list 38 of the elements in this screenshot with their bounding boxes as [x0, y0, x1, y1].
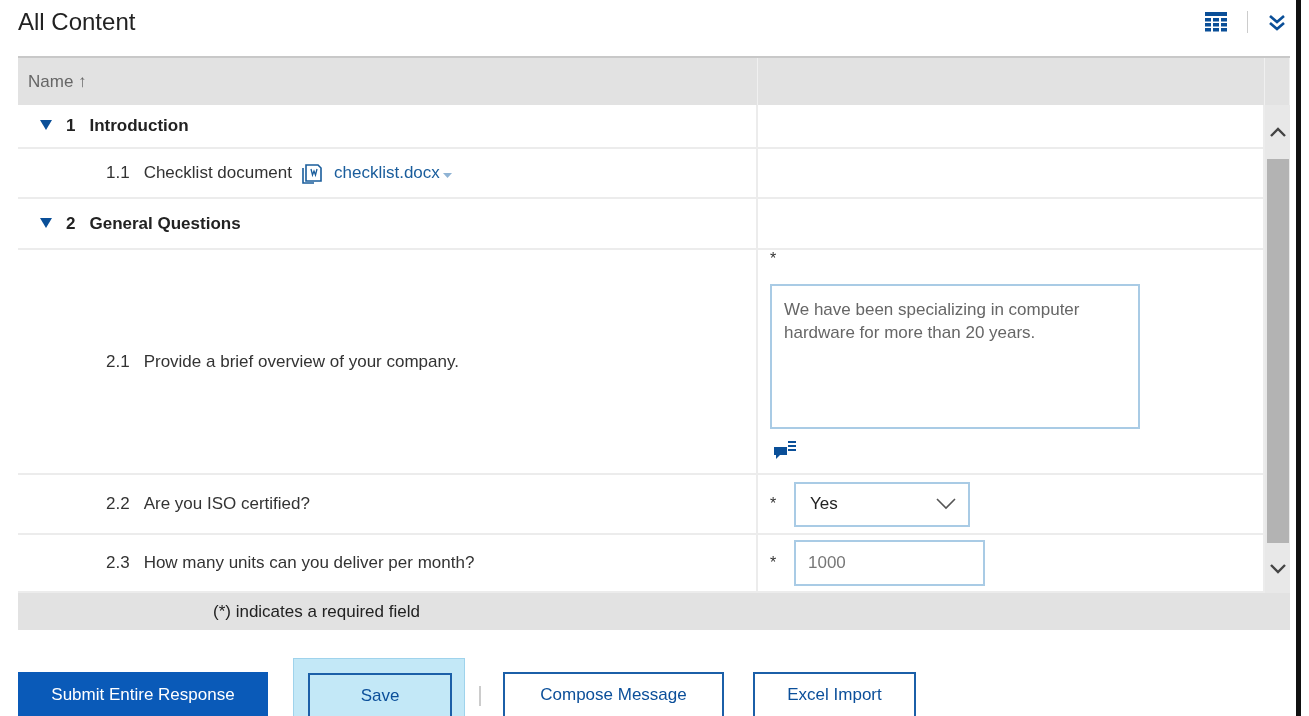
chevron-up-icon[interactable]	[1268, 126, 1287, 138]
question-text: How many units can you deliver per month?	[143, 553, 475, 573]
question-number: 2.1	[106, 351, 130, 372]
chevron-down-icon[interactable]	[1268, 562, 1287, 574]
expand-triangle-icon[interactable]	[40, 120, 52, 132]
question-text: Are you ISO certified?	[143, 494, 310, 514]
question-number: 1.1	[106, 163, 130, 183]
scroll-thumb[interactable]	[1266, 159, 1289, 543]
file-link[interactable]: checklist.docx	[334, 163, 452, 183]
footer-note: (*) indicates a required field	[213, 601, 420, 622]
action-button[interactable]: Save	[308, 673, 452, 716]
input-field[interactable]: 1000	[794, 540, 985, 586]
action-button[interactable]: Excel Import	[753, 672, 916, 716]
required-mark: *	[770, 554, 778, 572]
expand-triangle-icon[interactable]	[40, 217, 52, 230]
question-number: 2.2	[106, 494, 130, 514]
submit-button[interactable]: Submit Entire Response	[18, 672, 268, 716]
section-title: General Questions	[89, 213, 241, 234]
required-mark: *	[770, 250, 778, 268]
scrollbar[interactable]	[1265, 105, 1290, 593]
column-header[interactable]: Name ↑	[18, 58, 758, 105]
word-document-icon	[302, 162, 322, 184]
header-cell	[1265, 58, 1290, 105]
answer-box[interactable]: We have been specializing in computer hardware for more than 20 years.	[770, 284, 1140, 429]
section-number: 2	[66, 213, 76, 234]
question-text: Checklist document	[143, 163, 292, 183]
table-icon[interactable]	[1205, 12, 1227, 32]
section-title: Introduction	[89, 116, 189, 136]
double-chevron-icon[interactable]	[1268, 13, 1286, 31]
question-text: Provide a brief overview of your company.	[143, 351, 459, 372]
dropdown-field[interactable]: Yes	[794, 481, 970, 527]
required-mark: *	[770, 495, 778, 513]
question-number: 2.3	[106, 553, 130, 573]
chevron-down-icon[interactable]	[936, 498, 956, 510]
comment-icon[interactable]	[774, 441, 796, 459]
section-number: 1	[66, 116, 76, 136]
page-title: All Content	[18, 8, 136, 36]
action-button[interactable]: Compose Message	[503, 672, 724, 716]
